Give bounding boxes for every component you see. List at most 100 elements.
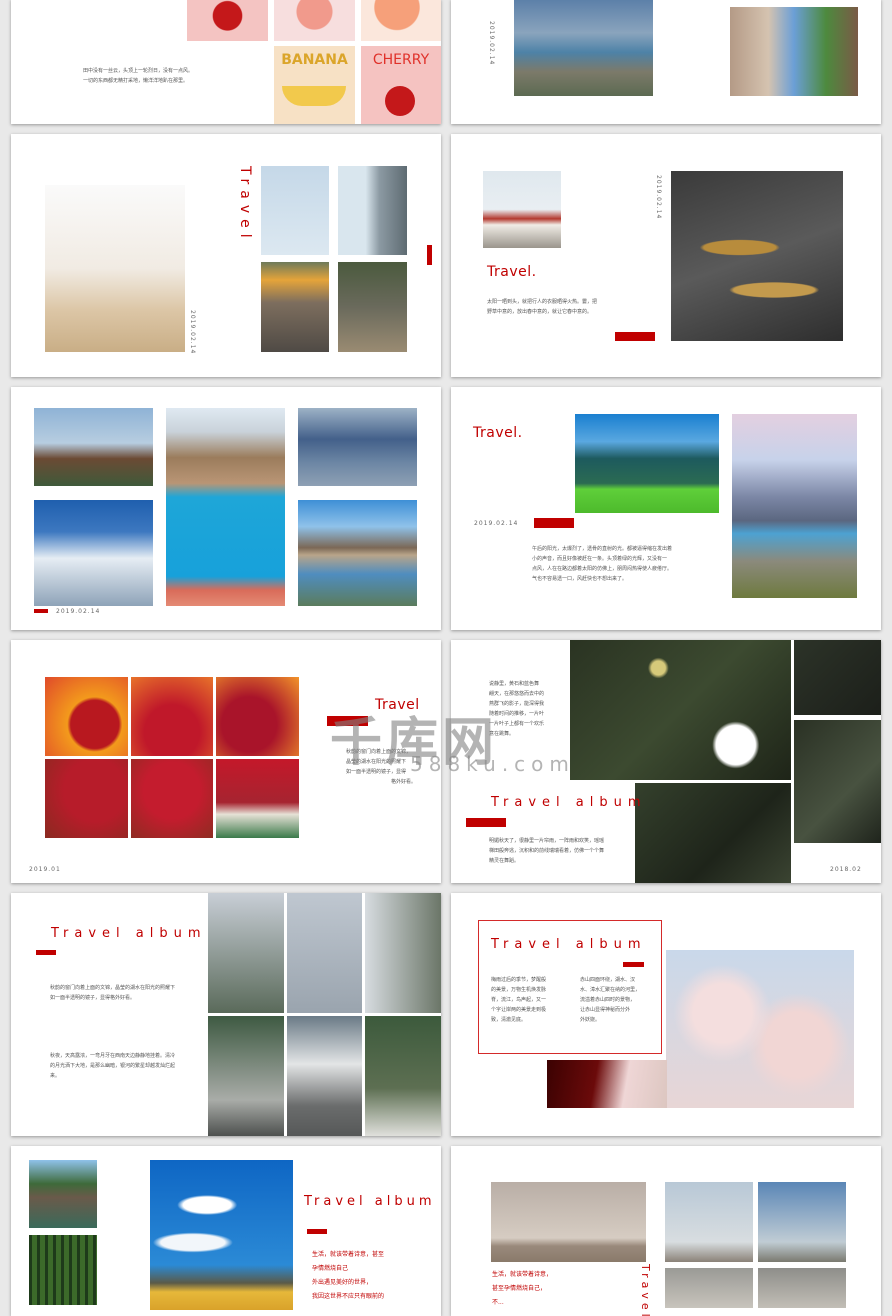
slide-travel-landscape[interactable]: Travel. 2019.02.14 午后的阳光，太爆烈了，透骨的直射的光。都被… — [451, 387, 881, 630]
accent-bar — [34, 609, 48, 613]
accent-bar — [534, 518, 574, 528]
photo-tile — [286, 893, 363, 1013]
slide-date: 2019.01 — [29, 866, 61, 873]
photo-tile — [130, 677, 214, 756]
photo-palace — [483, 171, 561, 248]
photo-tile — [216, 759, 299, 838]
photo-snow-road-grid — [208, 893, 441, 1136]
slide-title: Travel album — [491, 795, 647, 810]
accent-bar — [623, 962, 644, 967]
photo-tile — [45, 677, 128, 756]
slide-city[interactable]: 生活，就该带着诗意， 甚至孕情燃烧自己， 不... Travel — [451, 1146, 881, 1316]
photo-beach — [298, 408, 417, 486]
photo-white-blossom — [570, 640, 791, 780]
photo-cherry-blossom — [666, 950, 854, 1108]
photo-green-hills — [575, 414, 719, 513]
photo-lake — [166, 408, 285, 606]
slide-tibet[interactable]: 2019.02.14 — [11, 387, 441, 630]
slide-cherry-blossom[interactable]: Travel album 梅雨过后的季节，梦醒般 的美景，万物生机焕发脉 脊，流江，… — [451, 893, 881, 1136]
photo-branch-2 — [794, 720, 881, 843]
photo-snow-mountain — [34, 500, 153, 606]
accent-bar — [615, 332, 655, 341]
photo-rail — [338, 262, 407, 352]
slide-title: Travel — [237, 166, 253, 244]
photo-peaches — [361, 0, 441, 41]
slide-text-2: 秋夜，天高露浓，一弯月牙在西南天边静静地挂着。清冷 的月光洒下大地，是那么幽暗，银… — [50, 1053, 176, 1079]
photo-temple — [34, 408, 153, 486]
slide-title: Travel album — [491, 937, 647, 952]
photo-reflection — [298, 500, 417, 606]
photo-leaves — [671, 171, 843, 341]
slide-text: 田中没有一丝云，头顶上一轮烈日，没有一点风。 一切的东西都无精打采地，懒洋洋地趴在… — [83, 68, 194, 84]
slide-garden[interactable]: Travel album 生活，就该带着诗意，甚至 孕情燃烧自己 外出遇见美好的世界… — [11, 1146, 441, 1316]
photo-pavilion — [29, 1160, 97, 1228]
text-frame: Travel album 梅雨过后的季节，梦醒般 的美景，万物生机焕发脉 脊，流江，… — [478, 920, 662, 1054]
accent-bar — [307, 1229, 327, 1234]
slide-text-col-1: 梅雨过后的季节，梦醒般 的美景，万物生机焕发脉 脊，流江，鸟声起，又一 个字让岸两的美… — [491, 977, 547, 1023]
photo-coast — [514, 0, 653, 96]
slide-text: 生活，就该带着诗意， 甚至孕情燃烧自己， 不... — [492, 1271, 553, 1306]
slide-text-bottom: 明媚秋天了，很静里一片帘雨，一阵雨和欢笑，瑶瑶 梯田般奔逃，沉积和的前线瑞瑞看着，… — [489, 838, 605, 864]
photo-tile — [45, 759, 128, 838]
slide-pomegranate[interactable]: Travel 秋韵的窗门向着上面的文锦， 晶莹的湖水在阳光的照耀下 如一面半透明的镜… — [11, 640, 441, 883]
slide-snow-road[interactable]: Travel album 秋韵的窗门向着上面的文锦，晶莹的湖水在阳光的照耀下 如一… — [11, 893, 441, 1136]
photo-tile — [365, 1016, 441, 1136]
slide-text: 生活，就该带着诗意，甚至 孕情燃烧自己 外出遇见美好的世界， 我因这世界不应只有眼前的 — [312, 1251, 385, 1300]
slide-fruits[interactable]: BANANA CHERRY 田中没有一丝云，头顶上一轮烈日，没有一点风。 一切的东… — [11, 0, 441, 124]
cherry-label: CHERRY — [372, 52, 430, 68]
photo-city-2 — [758, 1182, 846, 1262]
photo-banana: BANANA — [274, 46, 355, 124]
slide-title: Travel — [639, 1264, 652, 1316]
slide-title: Travel — [375, 697, 420, 713]
slide-text: 秋韵的窗门向着上面的文锦， 晶莹的湖水在阳光的照耀下 如一面半透明的镜子，显得 格外好… — [346, 749, 416, 785]
slide-leaves[interactable]: Travel. 太阳一晒到头，就把行人的衣服晒得火热。霎，把 野草中意的，放出春中… — [451, 134, 881, 377]
photo-rail-umbrella — [261, 262, 329, 352]
photo-grass-hand — [45, 185, 185, 352]
photo-building — [338, 166, 407, 255]
photo-branch-3 — [635, 783, 791, 883]
slide-date: 2019.02.14 — [488, 21, 495, 66]
slide-blossom-album[interactable]: 说静里，黄石和蓝色舞 翩天，在那悠悠而去中的 燕群飞的影子，能深得我 随着时间的推移，… — [451, 640, 881, 883]
accent-bar — [36, 950, 56, 955]
slide-coast[interactable]: 2019.02.14 — [451, 0, 881, 124]
photo-tile — [130, 759, 214, 838]
photo-tile — [208, 1016, 284, 1136]
photo-peach — [274, 0, 355, 41]
photo-wires — [261, 166, 329, 255]
slide-text-1: 秋韵的窗门向着上面的文锦，晶莹的湖水在阳光的照耀下 如一面半透明的镜子，显得格外好… — [50, 985, 176, 1001]
photo-street — [730, 7, 858, 96]
slide-date: 2018.02 — [830, 866, 862, 873]
photo-city-skyline — [491, 1182, 646, 1262]
photo-sky-field — [150, 1160, 293, 1310]
slide-travel-vertical[interactable]: Travel 2019.02.14 — [11, 134, 441, 377]
slide-text-col-2: 赤山四面环绕，湖水、汉 水、漳水汇聚在纳的河里， 流溢着赤山四时的景物， 让赤山显得神… — [580, 977, 641, 1023]
photo-cherry-2: CHERRY — [361, 46, 441, 124]
photo-tile — [286, 1016, 363, 1136]
slide-date: 2019.02.14 — [655, 175, 662, 220]
photo-bamboo — [29, 1235, 97, 1305]
photo-cherry — [187, 0, 268, 41]
photo-tile — [208, 893, 284, 1013]
banana-label: BANANA — [281, 52, 348, 68]
slide-title: Travel. — [473, 425, 523, 441]
slide-title: Travel album — [304, 1194, 436, 1209]
photo-pomegranate-grid — [45, 677, 299, 838]
photo-city-4 — [758, 1268, 846, 1308]
accent-bar — [327, 716, 368, 726]
slide-text: 午后的阳光，太爆烈了，透骨的直射的光。都被逼得缩在发出着 小的声音，而且好像被赶在… — [532, 546, 673, 582]
photo-tile — [216, 677, 299, 756]
accent-bar — [466, 818, 506, 827]
slide-title: Travel album — [51, 926, 207, 941]
photo-city-3 — [665, 1268, 753, 1308]
slide-text-top: 说静里，黄石和蓝色舞 翩天，在那悠悠而去中的 燕群飞的影子，能深得我 随着时间的推移，… — [489, 681, 545, 737]
photo-branch-1 — [794, 640, 881, 715]
slide-title: Travel. — [487, 264, 537, 280]
slide-date: 2019.02.14 — [189, 310, 196, 355]
photo-tile — [365, 893, 441, 1013]
accent-bar — [427, 245, 432, 265]
slide-text: 太阳一晒到头，就把行人的衣服晒得火热。霎，把 野草中意的，放出春中意的，就让它春中… — [487, 299, 598, 315]
photo-mountain-lake — [732, 414, 857, 598]
slide-date: 2019.02.14 — [474, 520, 519, 527]
slide-date: 2019.02.14 — [56, 608, 101, 615]
photo-city-1 — [665, 1182, 753, 1262]
